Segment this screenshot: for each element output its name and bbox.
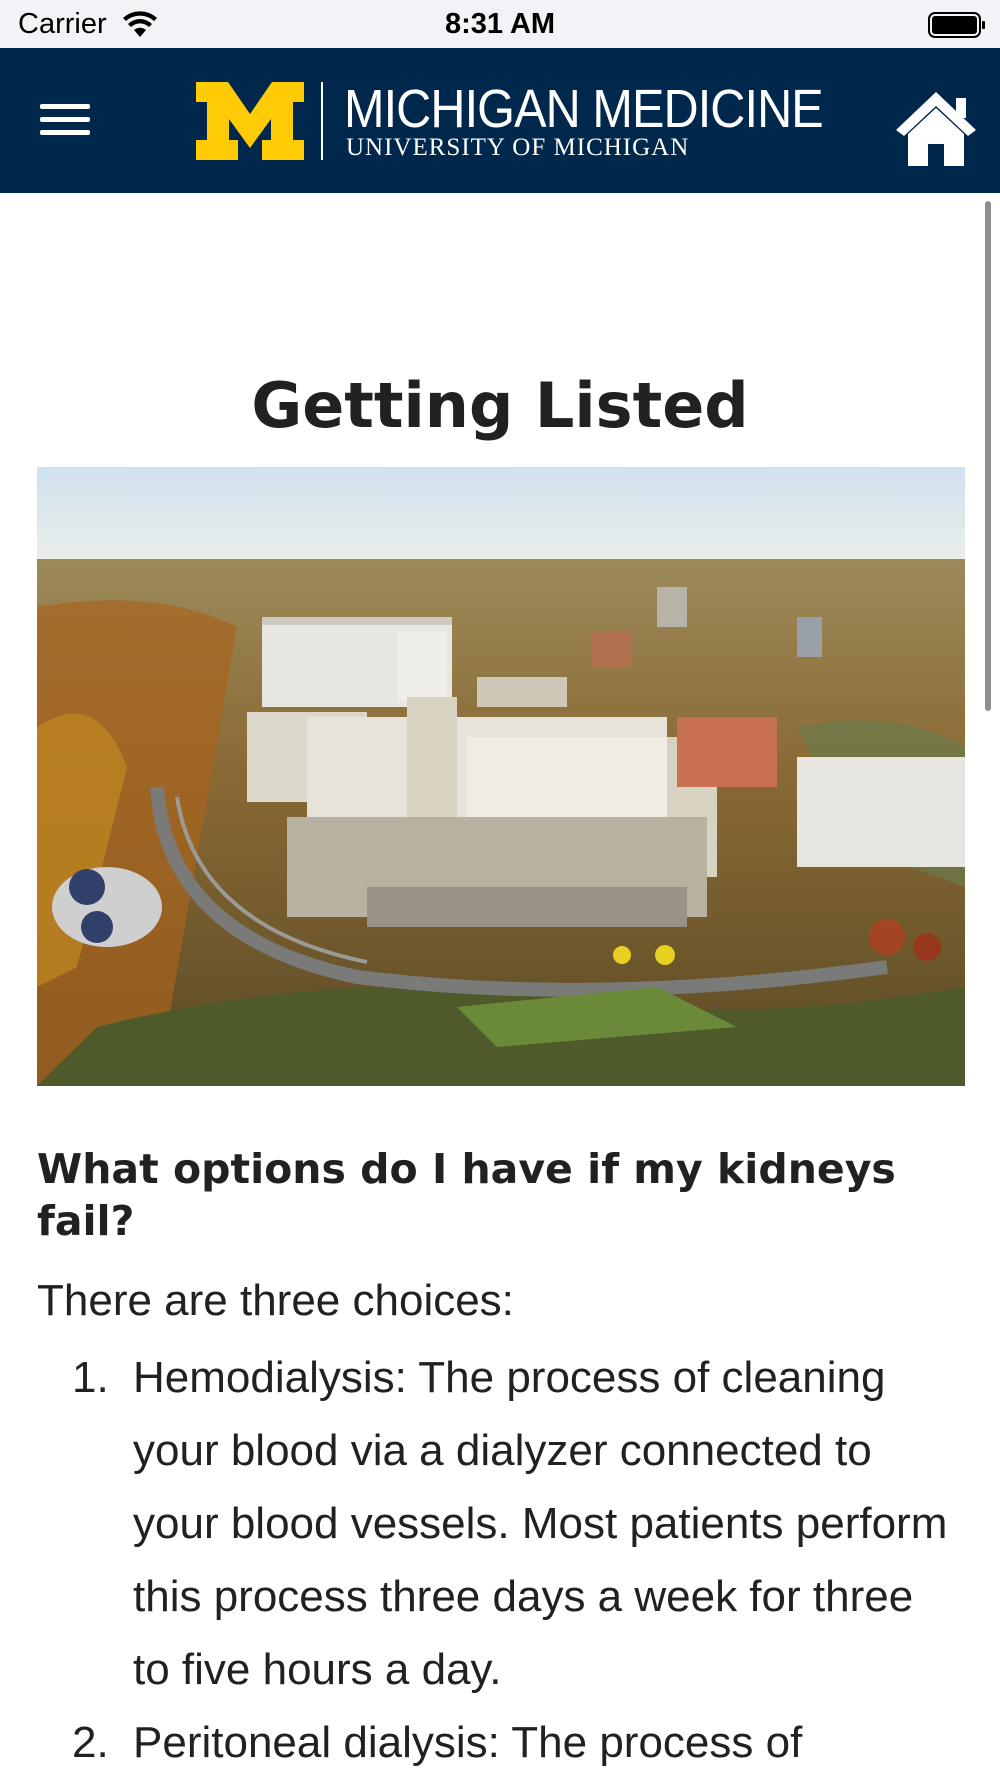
clock: 8:31 AM xyxy=(444,8,556,40)
section-heading: What options do I have if my kidneys fai… xyxy=(37,1145,896,1245)
block-m-icon xyxy=(196,82,304,160)
app-header: MICHIGAN MEDICINE UNIVERSITY OF MICHIGAN xyxy=(0,48,1000,193)
hamburger-menu-icon[interactable] xyxy=(32,98,94,142)
page-title: Getting Listed xyxy=(251,369,749,442)
brand-name: MICHIGAN MEDICINE xyxy=(344,79,824,139)
list-item-number: 2. xyxy=(72,1718,109,1767)
brand-subtitle: UNIVERSITY OF MICHIGAN xyxy=(346,134,690,161)
content-scroll-view[interactable]: Getting Listed What options do I have if… xyxy=(0,193,1000,1778)
intro-text: There are three choices: xyxy=(37,1276,514,1325)
status-bar: Carrier 8:31 AM xyxy=(0,0,1000,48)
list-item-number: 1. xyxy=(72,1353,109,1402)
scrollbar[interactable] xyxy=(985,201,991,711)
hospital-aerial-photo xyxy=(37,467,965,1086)
list-item-text: Peritoneal dialysis: The process of xyxy=(133,1718,803,1767)
home-icon[interactable] xyxy=(894,88,978,168)
options-list: 1. Hemodialysis: The process of cleaning… xyxy=(0,1341,1000,1778)
list-item-text: Hemodialysis: The process of cleaning yo… xyxy=(133,1353,948,1694)
battery-icon xyxy=(928,12,985,38)
michigan-medicine-logo: MICHIGAN MEDICINE UNIVERSITY OF MICHIGAN xyxy=(196,78,824,170)
list-item: 2. Peritoneal dialysis: The process of xyxy=(0,1706,1000,1778)
logo-divider xyxy=(321,82,323,160)
list-item: 1. Hemodialysis: The process of cleaning… xyxy=(0,1341,1000,1706)
